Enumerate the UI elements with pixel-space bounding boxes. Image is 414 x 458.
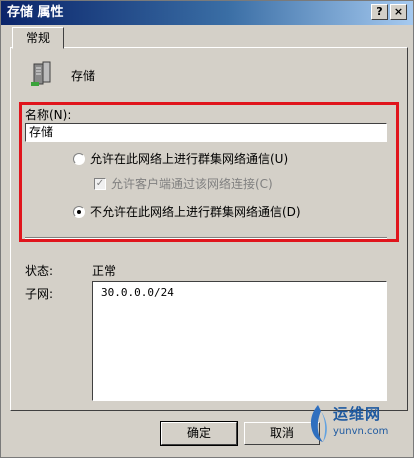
subnet-list[interactable]: 30.0.0.0/24 <box>92 281 387 401</box>
close-button[interactable]: × <box>390 4 407 20</box>
help-button[interactable]: ? <box>371 4 388 20</box>
status-label: 状态: <box>25 264 54 278</box>
radio-disallow-cluster[interactable] <box>73 205 85 218</box>
disallow-cluster-option[interactable]: 不允许在此网络上进行群集网络通信(D) <box>73 203 301 220</box>
separator <box>25 237 387 239</box>
allow-cluster-option[interactable]: 允许在此网络上进行群集网络通信(U) <box>73 150 288 167</box>
radio-allow-cluster[interactable] <box>73 152 85 165</box>
tab-general[interactable]: 常规 <box>12 27 64 49</box>
server-icon <box>31 61 51 86</box>
allow-client-label: 允许客户端通过该网络连接(C) <box>111 177 273 191</box>
allow-cluster-label: 允许在此网络上进行群集网络通信(U) <box>90 152 289 166</box>
ok-button[interactable]: 确定 <box>160 421 238 446</box>
name-input[interactable]: 存储 <box>25 123 387 142</box>
status-value: 正常 <box>92 264 117 278</box>
resource-name: 存储 <box>71 69 96 83</box>
watermark: 运维网 yunvn.com <box>307 397 407 449</box>
name-label: 名称(N): <box>25 108 72 122</box>
watermark-logo-icon <box>310 405 327 442</box>
title-bar: 存储 属性 ? × <box>1 1 413 25</box>
window-title: 存储 属性 <box>7 5 64 20</box>
subnet-label: 子网: <box>25 287 54 301</box>
watermark-en: yunvn.com <box>333 426 389 437</box>
checkbox-allow-client: ✓ <box>94 177 106 190</box>
subnet-item: 30.0.0.0/24 <box>101 286 174 299</box>
watermark-cn: 运维网 <box>333 405 382 423</box>
disallow-cluster-label: 不允许在此网络上进行群集网络通信(D) <box>90 205 301 219</box>
allow-client-option: ✓ 允许客户端通过该网络连接(C) <box>94 175 273 192</box>
properties-dialog: 存储 属性 ? × 常规 存储 名称(N): 存储 允许在此网络上进行群集网络通… <box>0 0 414 458</box>
